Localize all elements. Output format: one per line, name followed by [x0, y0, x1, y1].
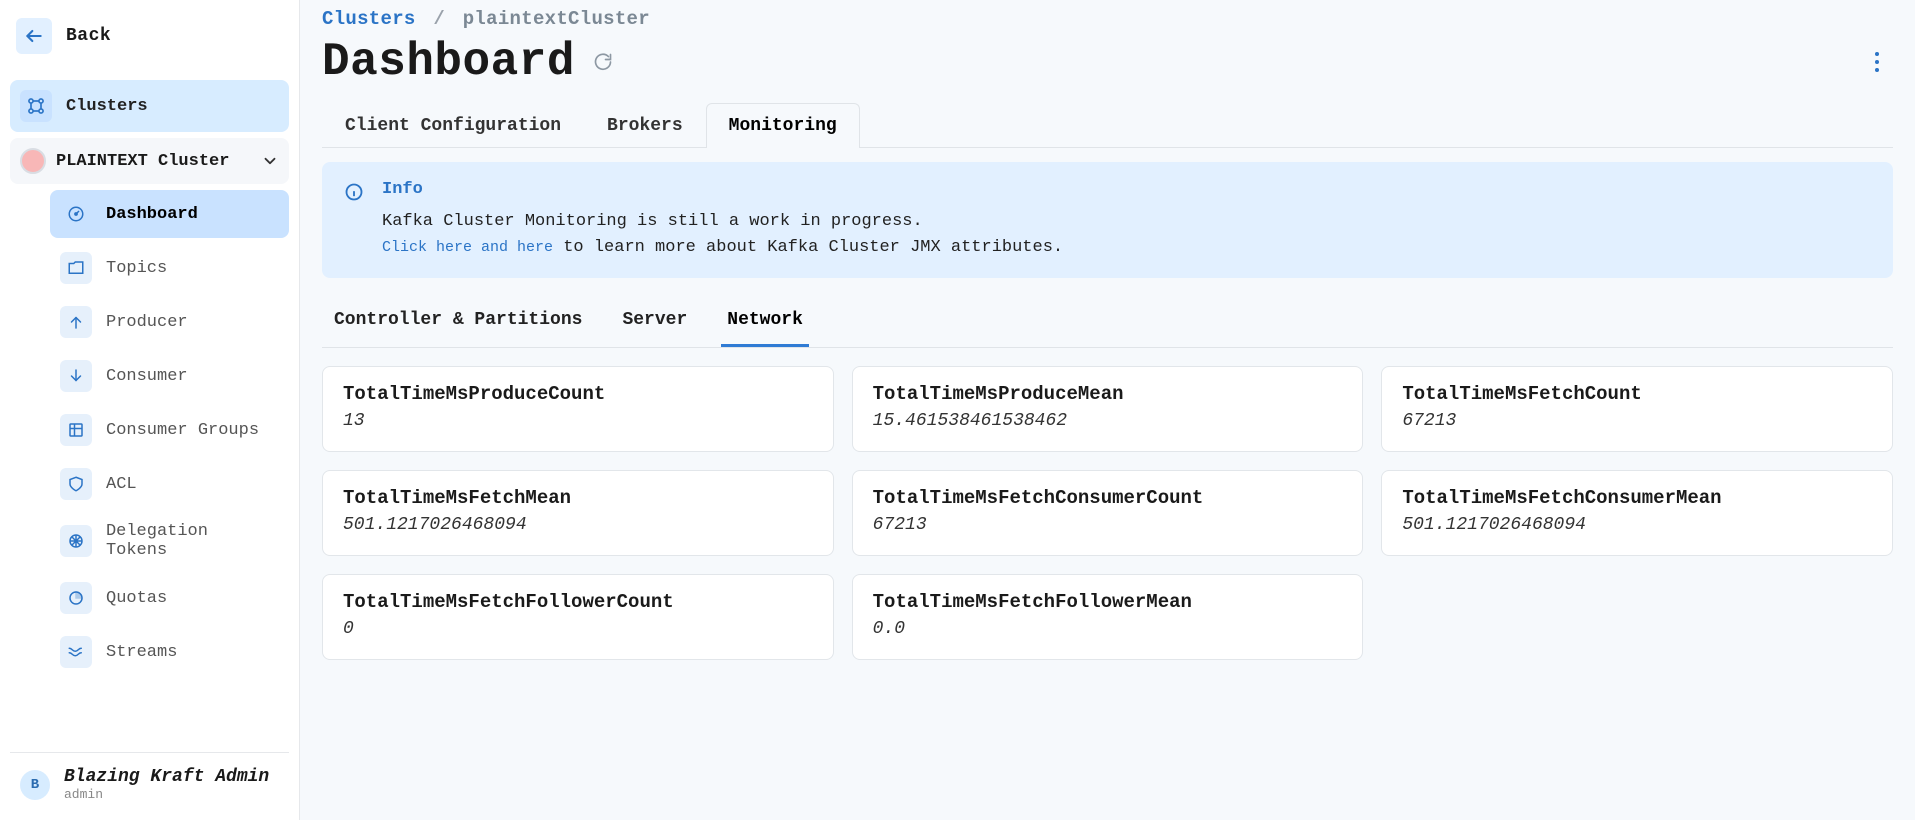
breadcrumb-current: plaintextCluster — [463, 8, 650, 30]
metric-card: TotalTimeMsFetchMean 501.1217026468094 — [322, 470, 834, 556]
consumer-groups-icon — [60, 414, 92, 446]
page-title: Dashboard — [322, 36, 575, 88]
info-link[interactable]: Click here and here — [382, 239, 553, 256]
sidebar-item-topics[interactable]: Topics — [50, 244, 289, 292]
subtab-server[interactable]: Server — [616, 296, 693, 347]
breadcrumb-sep: / — [433, 8, 445, 30]
sidebar-item-clusters[interactable]: Clusters — [10, 80, 289, 132]
info-icon — [344, 182, 364, 260]
more-menu-icon[interactable] — [1861, 46, 1893, 78]
breadcrumb: Clusters / plaintextCluster — [322, 8, 1893, 30]
metric-card: TotalTimeMsFetchConsumerCount 67213 — [852, 470, 1364, 556]
token-icon — [60, 525, 92, 557]
user-footer[interactable]: B Blazing Kraft Admin admin — [10, 752, 289, 820]
info-rest: to learn more about Kafka Cluster JMX at… — [553, 238, 1063, 257]
tab-monitoring[interactable]: Monitoring — [706, 103, 860, 148]
user-name: Blazing Kraft Admin — [64, 767, 269, 787]
metric-title: TotalTimeMsFetchMean — [343, 487, 813, 509]
clusters-icon — [20, 90, 52, 122]
user-role: admin — [64, 787, 269, 802]
tab-client-configuration[interactable]: Client Configuration — [322, 103, 584, 148]
sidebar-item-dashboard[interactable]: Dashboard — [50, 190, 289, 238]
shield-icon — [60, 468, 92, 500]
sidebar-item-acl[interactable]: ACL — [50, 460, 289, 508]
metrics-grid: TotalTimeMsProduceCount 13 TotalTimeMsPr… — [322, 366, 1893, 660]
sidebar-item-label: Producer — [106, 313, 188, 332]
streams-icon — [60, 636, 92, 668]
back-button[interactable]: Back — [10, 10, 289, 62]
sidebar: Back Clusters PLAINTEXT Cluster Dashboar… — [0, 0, 300, 820]
refresh-icon[interactable] — [591, 50, 615, 74]
sidebar-item-label: Delegation Tokens — [106, 522, 279, 560]
topics-icon — [60, 252, 92, 284]
sidebar-item-label: ACL — [106, 475, 137, 494]
chevron-down-icon — [261, 152, 279, 170]
main-content: Clusters / plaintextCluster Dashboard Cl… — [300, 0, 1915, 820]
monitoring-subtabs: Controller & Partitions Server Network — [322, 296, 1893, 348]
metric-card: TotalTimeMsFetchFollowerMean 0.0 — [852, 574, 1364, 660]
metric-card: TotalTimeMsProduceCount 13 — [322, 366, 834, 452]
sidebar-item-label: Quotas — [106, 589, 167, 608]
metric-title: TotalTimeMsFetchConsumerCount — [873, 487, 1343, 509]
dashboard-icon — [60, 198, 92, 230]
metric-card: TotalTimeMsFetchCount 67213 — [1381, 366, 1893, 452]
sidebar-item-consumer-groups[interactable]: Consumer Groups — [50, 406, 289, 454]
metric-value: 15.461538461538462 — [873, 411, 1343, 431]
sidebar-item-producer[interactable]: Producer — [50, 298, 289, 346]
sidebar-item-label: Consumer — [106, 367, 188, 386]
cluster-name: PLAINTEXT Cluster — [56, 152, 229, 171]
metric-value: 67213 — [1402, 411, 1872, 431]
metric-value: 0.0 — [873, 619, 1343, 639]
sidebar-item-consumer[interactable]: Consumer — [50, 352, 289, 400]
metric-title: TotalTimeMsFetchCount — [1402, 383, 1872, 405]
metric-card: TotalTimeMsFetchConsumerMean 501.1217026… — [1381, 470, 1893, 556]
subtab-network[interactable]: Network — [721, 296, 809, 347]
back-arrow-icon — [16, 18, 52, 54]
metric-title: TotalTimeMsProduceCount — [343, 383, 813, 405]
consumer-icon — [60, 360, 92, 392]
metric-value: 67213 — [873, 515, 1343, 535]
cluster-status-dot — [20, 148, 46, 174]
metric-value: 13 — [343, 411, 813, 431]
subtab-controller-partitions[interactable]: Controller & Partitions — [328, 296, 588, 347]
sidebar-item-label: Consumer Groups — [106, 421, 259, 440]
cluster-selector[interactable]: PLAINTEXT Cluster — [10, 138, 289, 184]
sidebar-item-quotas[interactable]: Quotas — [50, 574, 289, 622]
sidebar-item-label: Topics — [106, 259, 167, 278]
metric-value: 501.1217026468094 — [343, 515, 813, 535]
quotas-icon — [60, 582, 92, 614]
metric-title: TotalTimeMsFetchFollowerCount — [343, 591, 813, 613]
metric-title: TotalTimeMsProduceMean — [873, 383, 1343, 405]
avatar: B — [20, 770, 50, 800]
info-title: Info — [382, 180, 1063, 199]
metric-card: TotalTimeMsProduceMean 15.46153846153846… — [852, 366, 1364, 452]
cluster-subnav: Dashboard Topics Producer Consumer — [50, 190, 289, 676]
producer-icon — [60, 306, 92, 338]
tab-brokers[interactable]: Brokers — [584, 103, 706, 148]
metric-value: 501.1217026468094 — [1402, 515, 1872, 535]
breadcrumb-root[interactable]: Clusters — [322, 8, 416, 30]
sidebar-item-label: Streams — [106, 643, 177, 662]
metric-value: 0 — [343, 619, 813, 639]
sidebar-item-label: Dashboard — [106, 205, 198, 224]
sidebar-item-delegation-tokens[interactable]: Delegation Tokens — [50, 514, 289, 568]
metric-card: TotalTimeMsFetchFollowerCount 0 — [322, 574, 834, 660]
info-banner: Info Kafka Cluster Monitoring is still a… — [322, 162, 1893, 278]
sidebar-item-label: Clusters — [66, 97, 148, 116]
sidebar-item-streams[interactable]: Streams — [50, 628, 289, 676]
main-tabs: Client Configuration Brokers Monitoring — [322, 102, 1893, 148]
info-text: Kafka Cluster Monitoring is still a work… — [382, 212, 923, 231]
metric-title: TotalTimeMsFetchFollowerMean — [873, 591, 1343, 613]
back-label: Back — [66, 26, 111, 46]
metric-title: TotalTimeMsFetchConsumerMean — [1402, 487, 1872, 509]
